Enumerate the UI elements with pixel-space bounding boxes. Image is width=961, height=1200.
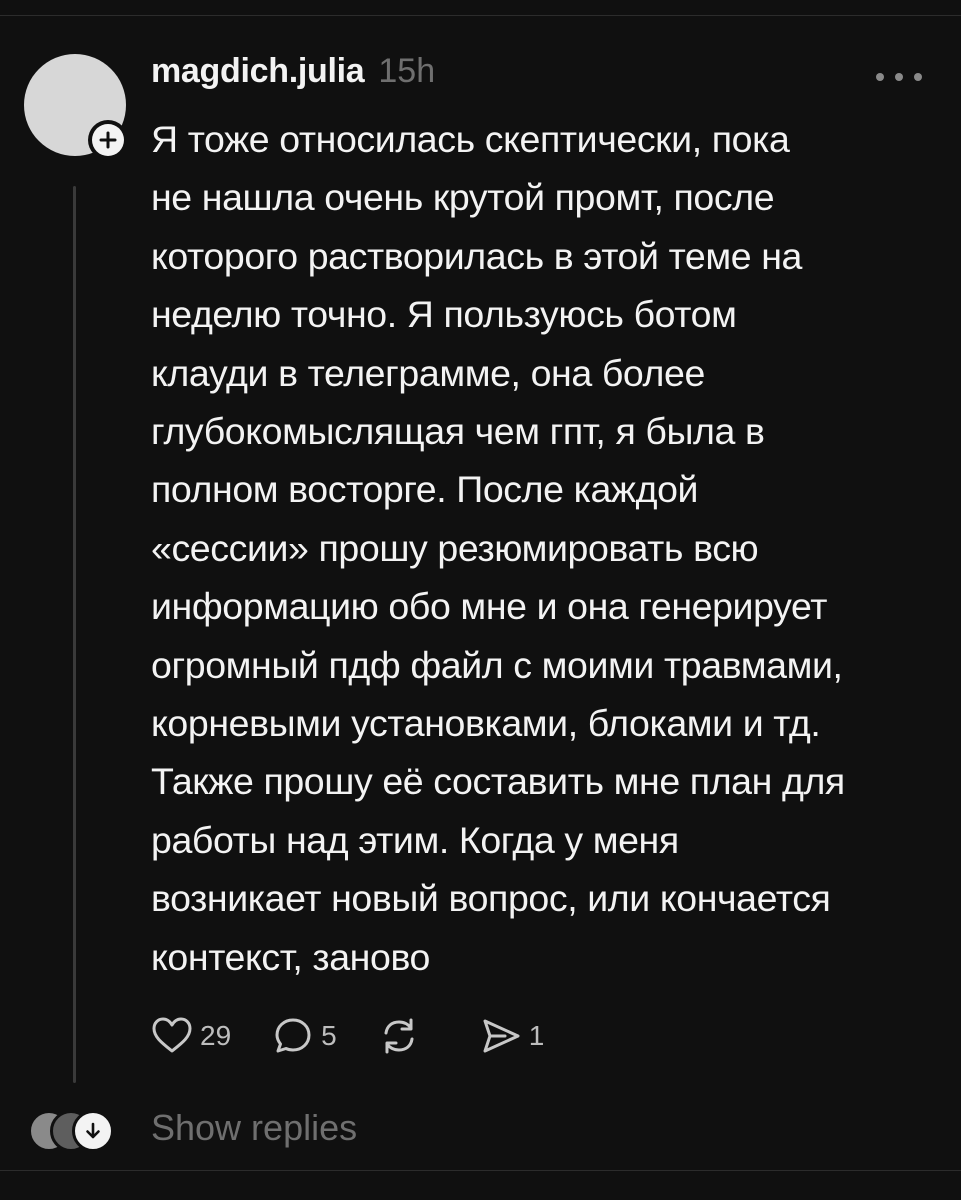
comment-count: 5 [321,1020,337,1051]
plus-icon [92,124,124,156]
top-divider [0,15,961,16]
arrow-down-icon [86,1122,100,1139]
share-button[interactable]: 1 [479,1014,545,1058]
bottom-divider [0,1170,961,1171]
thread-line [73,186,76,1083]
post-header: magdich.julia 15h [151,52,435,102]
action-bar: 29 5 1 [150,1010,584,1062]
like-count: 29 [200,1020,232,1051]
more-horizontal-icon[interactable] [876,62,922,92]
post-text: Я тоже относилась скептически, пока не н… [151,118,845,978]
repost-button[interactable] [377,1014,421,1058]
show-replies-link[interactable]: Show replies [151,1107,357,1149]
reply-avatars [28,1104,128,1152]
comment-icon [275,1018,311,1053]
repost-icon [384,1018,414,1054]
follow-button[interactable] [88,120,128,160]
heart-icon [152,1017,192,1053]
share-count: 1 [528,1020,545,1051]
comment-button[interactable]: 5 [271,1014,337,1058]
reply-avatar [72,1110,114,1152]
show-replies-row[interactable]: Show replies [28,1102,357,1154]
like-button[interactable]: 29 [150,1014,231,1058]
timestamp: 15h [378,52,436,90]
send-icon [483,1019,520,1053]
username[interactable]: magdich.julia [151,52,365,91]
